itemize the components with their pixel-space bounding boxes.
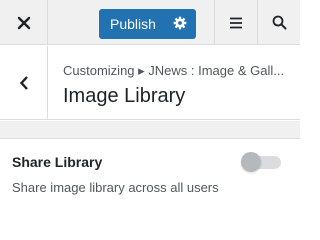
menu-button[interactable]: [214, 0, 257, 45]
breadcrumb: Customizing ▸ JNews : Image & Gall...: [63, 63, 285, 78]
option-description: Share image library across all users: [12, 180, 219, 195]
search-icon: [272, 15, 286, 30]
chevron-left-icon: [19, 76, 28, 90]
publish-button[interactable]: Publish: [99, 9, 196, 39]
close-icon: [17, 16, 30, 29]
section-content: Share Library Share image library across…: [0, 121, 300, 228]
publish-label: Publish: [110, 16, 156, 32]
back-button[interactable]: [0, 46, 48, 120]
menu-icon: [230, 17, 242, 28]
share-library-option: Share Library Share image library across…: [0, 138, 300, 228]
option-title: Share Library: [12, 154, 103, 170]
search-button[interactable]: [257, 0, 300, 45]
gear-icon[interactable]: [173, 16, 187, 30]
customizer-toolbar: Publish: [0, 0, 300, 45]
toggle-knob: [241, 152, 261, 172]
page-title: Image Library: [63, 85, 186, 107]
close-button[interactable]: [0, 0, 48, 45]
section-header: Customizing ▸ JNews : Image & Gall... Im…: [0, 46, 300, 120]
share-library-toggle[interactable]: [241, 152, 282, 172]
